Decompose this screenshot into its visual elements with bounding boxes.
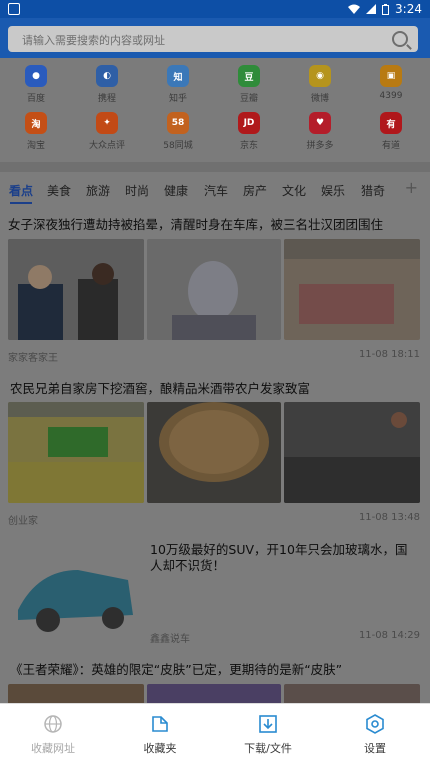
douban-icon: 豆 xyxy=(238,65,260,87)
bottom-navigation: 收藏网址 收藏夹 下载/文件 设置 xyxy=(0,703,430,764)
add-tab-button[interactable]: + xyxy=(405,178,418,197)
nav-settings[interactable]: 设置 xyxy=(335,714,415,756)
nav-label: 收藏网址 xyxy=(31,742,75,755)
shortcut-label: 有道 xyxy=(381,141,400,151)
tab-0[interactable]: 看点 xyxy=(9,182,33,199)
tab-5[interactable]: 汽车 xyxy=(204,182,228,199)
nav-bookmarks-url[interactable]: 收藏网址 xyxy=(13,714,93,756)
article-time: 11-08 13:48 xyxy=(358,512,420,523)
zhihu-icon: 知 xyxy=(167,65,189,87)
search-bar[interactable]: 请输入需要搜索的内容或网址 xyxy=(8,26,418,52)
tab-6[interactable]: 房产 xyxy=(243,182,267,199)
article-thumbnail[interactable] xyxy=(8,239,144,340)
shortcut-weibo[interactable]: ◉ 微博 xyxy=(290,65,350,104)
youdao-icon: 有 xyxy=(380,112,402,134)
shortcut-zhihu[interactable]: 知知乎 xyxy=(148,65,208,104)
shortcut-label: 豆瓣 xyxy=(239,94,258,104)
download-icon xyxy=(258,714,278,734)
shortcut-label: 百度 xyxy=(26,94,45,104)
shortcut-label: 58同城 xyxy=(163,141,193,151)
shortcut-label: 携程 xyxy=(97,94,116,104)
globe-icon xyxy=(43,714,63,734)
article-title[interactable]: 女子深夜独行遭劫持被掐晕，清醒时身在车库，被三名壮汉团团围住 xyxy=(8,214,422,233)
article-thumbnail[interactable] xyxy=(8,402,144,503)
article-thumbnail[interactable] xyxy=(147,402,281,503)
article-time: 11-08 14:29 xyxy=(358,630,420,641)
shortcut-taobao[interactable]: 淘淘宝 xyxy=(6,112,66,151)
news-feed: 女子深夜独行遭劫持被掐晕，清醒时身在车库，被三名壮汉团团围住 家家客家王 11-… xyxy=(0,206,430,703)
article-title[interactable]: 10万级最好的SUV，开10年只会加玻璃水，国人却不识货！ xyxy=(150,542,418,574)
4399-icon: ▣ xyxy=(380,65,402,87)
nav-label: 设置 xyxy=(364,742,386,755)
battery-icon xyxy=(382,3,390,15)
search-input[interactable]: 请输入需要搜索的内容或网址 xyxy=(22,32,165,48)
article-thumbnail[interactable] xyxy=(284,684,420,703)
status-bar: 3:24 xyxy=(0,0,430,18)
shortcut-pinduoduo[interactable]: ♥ 拼多多 xyxy=(290,112,350,151)
article-thumbnail[interactable] xyxy=(284,239,420,340)
tab-8[interactable]: 娱乐 xyxy=(321,182,345,199)
article-thumbnail[interactable] xyxy=(147,684,281,703)
pinduoduo-icon: ♥ xyxy=(309,112,331,134)
shortcut-youdao[interactable]: 有有道 xyxy=(361,112,421,151)
tab-7[interactable]: 文化 xyxy=(282,182,306,199)
58-icon: 58 xyxy=(167,112,189,134)
article-title[interactable]: 《王者荣耀》：英雄的限定“皮肤”已定，更期待的是新“皮肤” xyxy=(10,659,342,678)
nav-label: 下载/文件 xyxy=(244,742,292,755)
folder-icon xyxy=(150,714,170,734)
shortcut-douban[interactable]: 豆豆瓣 xyxy=(219,65,279,104)
notification-icon xyxy=(8,3,20,15)
dianping-icon: ✦ xyxy=(96,112,118,134)
article-thumbnail[interactable] xyxy=(8,684,144,703)
wifi-icon xyxy=(348,4,361,14)
shortcut-label: 微博 xyxy=(310,94,329,104)
weibo-icon: ◉ xyxy=(309,65,331,87)
article-time: 11-08 18:11 xyxy=(358,349,420,360)
shortcut-label: 京东 xyxy=(239,141,258,151)
gear-icon xyxy=(365,714,385,734)
tab-1[interactable]: 美食 xyxy=(47,182,71,199)
divider xyxy=(0,162,430,172)
tab-9[interactable]: 猎奇 xyxy=(361,182,385,199)
shortcut-label: 拼多多 xyxy=(306,141,334,151)
paw-icon: ● xyxy=(25,65,47,87)
signal-icon xyxy=(366,4,377,14)
shortcut-label: 大众点评 xyxy=(88,141,125,151)
shortcut-dianping[interactable]: ✦ 大众点评 xyxy=(77,112,137,151)
jd-icon: JD xyxy=(238,112,260,134)
shortcut-grid: ● 百度 ◐ 携程知知乎豆豆瓣 ◉ 微博 ▣ 4399 淘淘宝 ✦ 大众点评 58 58同城 JD 京东 ♥ 拼… xyxy=(0,58,430,162)
shortcut-jd[interactable]: JD 京东 xyxy=(219,112,279,151)
shortcut-4399[interactable]: ▣ 4399 xyxy=(361,65,421,101)
nav-favorites[interactable]: 收藏夹 xyxy=(120,714,200,756)
shortcut-label: 淘宝 xyxy=(26,141,45,151)
nav-downloads[interactable]: 下载/文件 xyxy=(228,714,308,756)
article-thumbnail[interactable] xyxy=(284,402,420,503)
article-source: 鑫鑫说车 xyxy=(150,634,190,645)
dolphin-icon: ◐ xyxy=(96,65,118,87)
article-source: 家家客家王 xyxy=(8,353,58,364)
shortcut-58[interactable]: 58 58同城 xyxy=(148,112,208,151)
nav-label: 收藏夹 xyxy=(143,742,177,755)
tab-4[interactable]: 健康 xyxy=(164,182,188,199)
article-thumbnail[interactable] xyxy=(147,239,281,340)
search-icon[interactable] xyxy=(392,31,408,47)
article-source: 创业家 xyxy=(8,516,38,527)
article-title[interactable]: 农民兄弟自家房下挖酒窖，酿精品米酒带农户发家致富 xyxy=(10,378,310,397)
taobao-icon: 淘 xyxy=(25,112,47,134)
shortcut-dolphin[interactable]: ◐ 携程 xyxy=(77,65,137,104)
shortcut-paw[interactable]: ● 百度 xyxy=(6,65,66,104)
header: 请输入需要搜索的内容或网址 xyxy=(0,18,430,58)
shortcut-label: 知乎 xyxy=(168,94,187,104)
article-thumbnail[interactable] xyxy=(8,540,142,641)
clock: 3:24 xyxy=(395,2,422,16)
category-tabs: + 看点 美食 旅游 时尚 健康 汽车 房产 文化 娱乐 猎奇 xyxy=(0,172,430,207)
shortcut-label: 4399 xyxy=(379,91,403,101)
tab-3[interactable]: 时尚 xyxy=(125,182,149,199)
active-tab-indicator xyxy=(10,202,32,204)
tab-2[interactable]: 旅游 xyxy=(86,182,110,199)
